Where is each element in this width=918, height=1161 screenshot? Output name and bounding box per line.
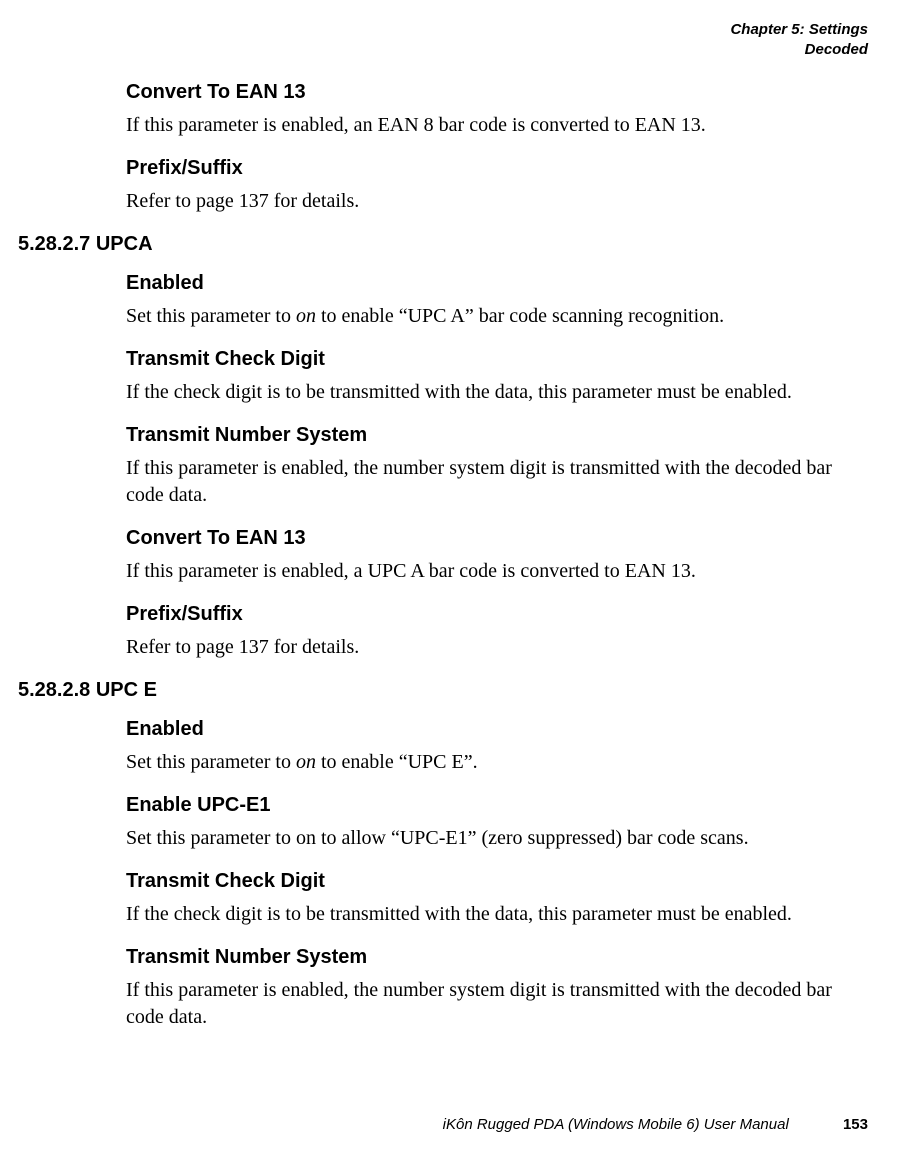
heading-transmit-check-digit: Transmit Check Digit xyxy=(126,348,868,371)
section-heading-upce: 5.28.2.8 UPC E xyxy=(18,679,868,702)
heading-convert-ean13: Convert To EAN 13 xyxy=(126,527,868,550)
paragraph: If this parameter is enabled, the number… xyxy=(126,977,868,1031)
section-title: UPC E xyxy=(96,679,157,701)
heading-transmit-number-system: Transmit Number System xyxy=(126,946,868,969)
paragraph: Set this parameter to on to enable “UPC … xyxy=(126,303,868,330)
footer-text: iKôn Rugged PDA (Windows Mobile 6) User … xyxy=(443,1116,789,1133)
header-chapter: Chapter 5: Settings xyxy=(18,20,868,40)
paragraph: Set this parameter to on to allow “UPC-E… xyxy=(126,825,868,852)
header-section: Decoded xyxy=(18,40,868,60)
heading-enabled: Enabled xyxy=(126,718,868,741)
paragraph: If the check digit is to be transmitted … xyxy=(126,379,868,406)
section-title: UPCA xyxy=(96,233,153,255)
paragraph: Refer to page 137 for details. xyxy=(126,188,868,215)
heading-enabled: Enabled xyxy=(126,272,868,295)
paragraph: If this parameter is enabled, an EAN 8 b… xyxy=(126,112,868,139)
heading-transmit-number-system: Transmit Number System xyxy=(126,424,868,447)
page-content: Convert To EAN 13 If this parameter is e… xyxy=(18,81,868,1031)
page-header: Chapter 5: Settings Decoded xyxy=(18,20,868,59)
paragraph: Set this parameter to on to enable “UPC … xyxy=(126,749,868,776)
paragraph: If this parameter is enabled, the number… xyxy=(126,455,868,509)
section-number: 5.28.2.8 xyxy=(18,679,90,702)
paragraph: Refer to page 137 for details. xyxy=(126,634,868,661)
paragraph: If this parameter is enabled, a UPC A ba… xyxy=(126,558,868,585)
page-footer: iKôn Rugged PDA (Windows Mobile 6) User … xyxy=(443,1116,868,1133)
heading-convert-ean13: Convert To EAN 13 xyxy=(126,81,868,104)
heading-prefix-suffix: Prefix/Suffix xyxy=(126,603,868,626)
section-heading-upca: 5.28.2.7 UPCA xyxy=(18,233,868,256)
heading-prefix-suffix: Prefix/Suffix xyxy=(126,157,868,180)
heading-transmit-check-digit: Transmit Check Digit xyxy=(126,870,868,893)
heading-enable-upc-e1: Enable UPC-E1 xyxy=(126,794,868,817)
page-number: 153 xyxy=(843,1116,868,1133)
section-number: 5.28.2.7 xyxy=(18,233,90,256)
paragraph: If the check digit is to be transmitted … xyxy=(126,901,868,928)
